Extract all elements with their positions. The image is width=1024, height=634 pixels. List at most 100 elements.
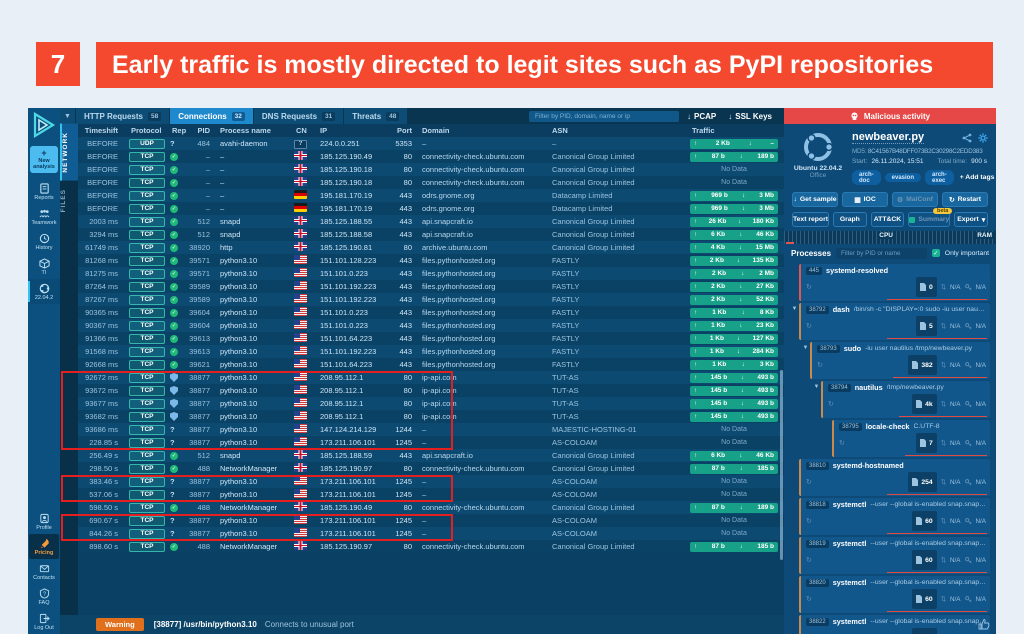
table-row[interactable]: BEFORE TCP ✓ – – 185.125.190.49 80 connectivity…: [78, 150, 784, 163]
only-important-checkbox[interactable]: ✓: [931, 249, 940, 257]
restart-button[interactable]: ↻ Restart: [942, 192, 988, 207]
files-counter[interactable]: 382: [908, 355, 937, 375]
files-counter[interactable]: 5: [915, 316, 937, 336]
share-icon[interactable]: [962, 133, 972, 143]
table-row[interactable]: 92668 ms TCP ✓ 39621 python3.10 151.101.64.22…: [78, 358, 784, 371]
table-row[interactable]: 2003 ms TCP ✓ 512 snapd 185.125.188.55 443 api.…: [78, 215, 784, 228]
files-counter[interactable]: 60: [912, 628, 937, 634]
sidebar-item-contacts[interactable]: Contacts: [28, 559, 60, 584]
tag-arch-exec[interactable]: arch-exec: [925, 170, 954, 185]
process-card[interactable]: 38792 dash/bin/sh -c "DISPLAY=:0 sudo -iu…: [799, 303, 990, 340]
table-row[interactable]: 93682 ms TCP 38877 python3.10 208.95.112.1 80…: [78, 410, 784, 423]
process-row[interactable]: 38818 systemctl --user --global is-enabled…: [790, 498, 990, 535]
table-row[interactable]: BEFORE UDP? 484 avahi-daemon? 224.0.0.251 535…: [78, 137, 784, 150]
table-row[interactable]: 537.06 s TCP? 38877 python3.10 173.211.106.1…: [78, 488, 784, 501]
gear-icon[interactable]: [978, 132, 988, 143]
tab-files[interactable]: FILES: [60, 181, 78, 220]
table-row[interactable]: 93672 ms TCP 38877 python3.10 208.95.112.1 80…: [78, 384, 784, 397]
table-row[interactable]: 383.46 s TCP? 38877 python3.10 173.211.106.1…: [78, 475, 784, 488]
collapse-caret-icon[interactable]: ▼: [60, 108, 76, 124]
process-filter-input[interactable]: [836, 247, 927, 259]
process-row[interactable]: ▼ 38793 sudo -iu user nautilus /tmp/newbeav…: [790, 342, 990, 379]
sidebar-item-reports[interactable]: Reports: [28, 179, 60, 204]
files-counter[interactable]: 0: [915, 277, 937, 297]
table-row[interactable]: 81268 ms TCP ✓ 39571 python3.10 151.101.128.2…: [78, 254, 784, 267]
table-row[interactable]: 87267 ms TCP ✓ 39589 python3.10 151.101.192.2…: [78, 293, 784, 306]
files-counter[interactable]: 4k: [912, 394, 937, 414]
get-sample-button[interactable]: ↓ Get sample: [792, 192, 838, 207]
process-row[interactable]: 38822 systemctl --user --global is-enabled…: [790, 615, 990, 634]
process-row[interactable]: 38820 systemctl --user --global is-enabled…: [790, 576, 990, 613]
table-row[interactable]: 898.60 s TCP ✓ 488 NetworkManager 185.125.190…: [78, 540, 784, 553]
process-card[interactable]: 38822 systemctl --user --global is-enabled…: [799, 615, 990, 634]
table-row[interactable]: BEFORE TCP ✓ – – 195.181.170.19 443 odrs.gnome.…: [78, 202, 784, 215]
expand-arrow-icon[interactable]: ▼: [812, 381, 821, 418]
export-button[interactable]: Export ▾: [954, 212, 988, 227]
process-row[interactable]: 38810 systemd-hostnamed ↻ 254 ⇅ N/A N/A: [790, 459, 990, 496]
table-row[interactable]: 93677 ms TCP 38877 python3.10 208.95.112.1 80…: [78, 397, 784, 410]
sidebar-item-new-analysis[interactable]: + New analysis: [30, 146, 58, 173]
threat-statusbar[interactable]: Warning [38877] /usr/bin/python3.10 Conn…: [60, 615, 784, 634]
process-card[interactable]: 38819 systemctl --user --global is-enabled…: [799, 537, 990, 574]
process-card[interactable]: 38810 systemd-hostnamed ↻ 254 ⇅ N/A N/A: [799, 459, 990, 496]
expand-arrow-icon[interactable]: ▼: [790, 303, 799, 340]
network-tab-http-requests[interactable]: HTTP Requests 58: [76, 108, 171, 124]
tag-evasion[interactable]: evasion: [884, 173, 922, 182]
tab-network[interactable]: NETWORK: [60, 124, 78, 181]
table-row[interactable]: 598.50 s TCP ✓ 488 NetworkManager 185.125.190…: [78, 501, 784, 514]
sidebar-item-history[interactable]: History: [28, 229, 60, 254]
table-row[interactable]: BEFORE TCP ✓ – – 185.125.190.18 80 connectivity…: [78, 163, 784, 176]
thumbs-up-icon[interactable]: [978, 618, 990, 630]
sidebar-item-pricing[interactable]: Pricing: [29, 534, 59, 559]
table-row[interactable]: 91568 ms TCP ✓ 39613 python3.10 151.101.192.2…: [78, 345, 784, 358]
network-filter-input[interactable]: [529, 110, 679, 122]
files-counter[interactable]: 254: [908, 472, 937, 492]
process-card[interactable]: 38820 systemctl --user --global is-enabled…: [799, 576, 990, 613]
table-row[interactable]: 844.26 s TCP? 38877 python3.10 173.211.106.1…: [78, 527, 784, 540]
graph-button[interactable]: Graph: [833, 212, 867, 227]
table-row[interactable]: 90365 ms TCP ✓ 39604 python3.10 151.101.0.223…: [78, 306, 784, 319]
table-row[interactable]: 92672 ms TCP 38877 python3.10 208.95.112.1 80…: [78, 371, 784, 384]
table-row[interactable]: 90367 ms TCP ✓ 39604 python3.10 151.101.0.223…: [78, 319, 784, 332]
network-tab-threats[interactable]: Threats 48: [344, 108, 409, 124]
sample-file-name[interactable]: newbeaver.py: [852, 131, 925, 144]
add-tags-button[interactable]: + Add tags: [960, 174, 995, 181]
text-report-button[interactable]: Text report: [792, 212, 829, 227]
table-row[interactable]: BEFORE TCP ✓ – – 185.125.190.18 80 connectivity…: [78, 176, 784, 189]
process-card[interactable]: 445 systemd-resolved ↻ 0 ⇅ N/A N/A: [799, 264, 990, 301]
files-counter[interactable]: 60: [912, 511, 937, 531]
network-tab-dns-requests[interactable]: DNS Requests 31: [253, 108, 345, 124]
ssl-keys-download-button[interactable]: ↓ SSL Keys: [728, 112, 772, 121]
table-row[interactable]: 91366 ms TCP ✓ 39613 python3.10 151.101.64.22…: [78, 332, 784, 345]
table-row[interactable]: 61749 ms TCP ✓ 38920 http 185.125.190.81 80 arc…: [78, 241, 784, 254]
files-counter[interactable]: 60: [912, 589, 937, 609]
table-row[interactable]: BEFORE TCP ✓ – – 195.181.170.19 443 odrs.gnome.…: [78, 189, 784, 202]
network-tab-connections[interactable]: Connections 32: [170, 108, 254, 124]
sidebar-item-logout[interactable]: Log Out: [28, 609, 60, 634]
ioc-button[interactable]: ▦ IOC: [842, 192, 888, 207]
sidebar-item-os-version[interactable]: 22.04.2: [28, 279, 60, 304]
process-row[interactable]: 445 systemd-resolved ↻ 0 ⇅ N/A N/A: [790, 264, 990, 301]
expand-arrow-icon[interactable]: ▼: [801, 342, 810, 379]
table-row[interactable]: 93686 ms TCP? 38877 python3.10 147.124.214.1…: [78, 423, 784, 436]
files-counter[interactable]: 60: [912, 550, 937, 570]
sidebar-item-teamwork[interactable]: Teamwork: [28, 204, 60, 229]
table-row[interactable]: 298.50 s TCP ✓ 488 NetworkManager 185.125.190…: [78, 462, 784, 475]
att&ck-button[interactable]: ATT&CK: [870, 212, 905, 227]
process-row[interactable]: ▼ 38794 nautilus/tmp/newbeaver.py ↻ 4k ⇅ N/A N/…: [790, 381, 990, 418]
table-scrollbar[interactable]: [780, 370, 783, 560]
process-card[interactable]: 38795 locale-check C.UTF-8 ↻ 7 ⇅ N/A N/A: [832, 420, 990, 457]
sidebar-item-faq[interactable]: ? FAQ: [28, 584, 60, 609]
files-counter[interactable]: 7: [915, 433, 937, 453]
table-row[interactable]: 228.85 s TCP? 38877 python3.10 173.211.106.1…: [78, 436, 784, 449]
table-row[interactable]: 690.67 s TCP? 38877 python3.10 173.211.106.1…: [78, 514, 784, 527]
process-card[interactable]: 38794 nautilus/tmp/newbeaver.py ↻ 4k ⇅ N/A N/A: [821, 381, 990, 418]
process-row[interactable]: ▼ 38792 dash/bin/sh -c "DISPLAY=:0 sudo -i…: [790, 303, 990, 340]
tag-arch-doc[interactable]: arch-doc: [852, 170, 881, 185]
sidebar-item-profile[interactable]: Profile: [28, 509, 60, 534]
process-card[interactable]: 38793 sudo -iu user nautilus /tmp/newbeave…: [810, 342, 990, 379]
table-row[interactable]: 81275 ms TCP ✓ 39571 python3.10 151.101.0.223…: [78, 267, 784, 280]
table-row[interactable]: 3294 ms TCP ✓ 512 snapd 185.125.188.58 443 api.…: [78, 228, 784, 241]
sidebar-item-ti[interactable]: TI: [28, 254, 60, 279]
table-row[interactable]: 256.49 s TCP ✓ 512 snapd 185.125.188.59 443 api…: [78, 449, 784, 462]
